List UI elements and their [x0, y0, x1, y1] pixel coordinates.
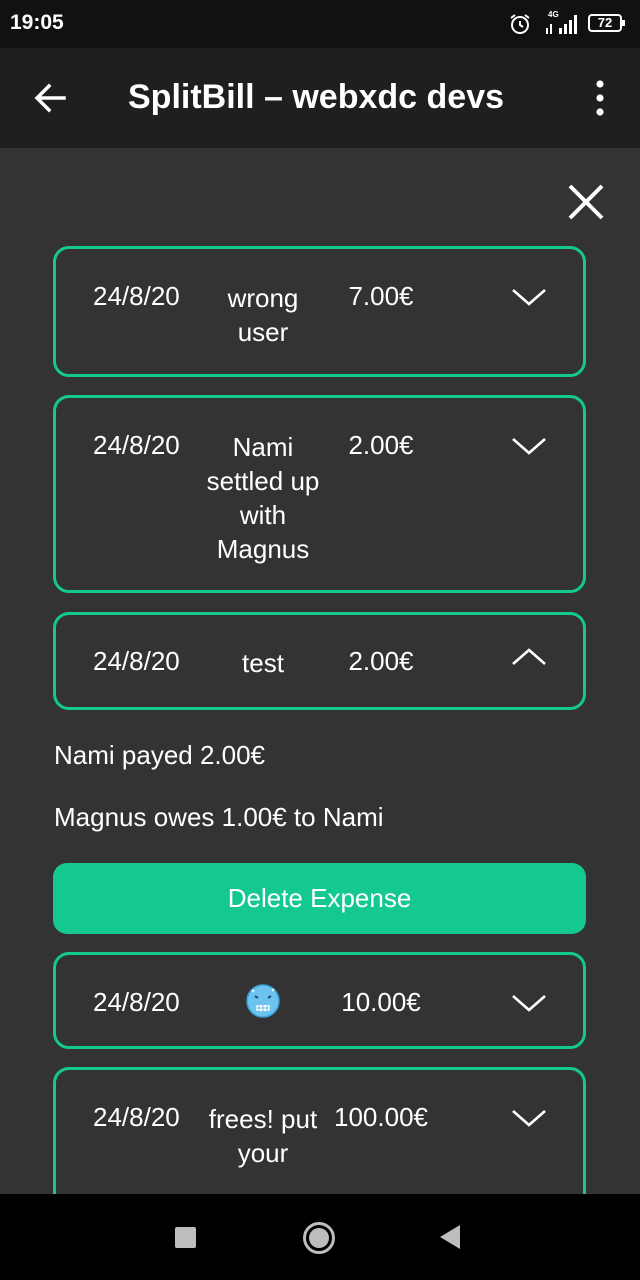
expense-card-expanded[interactable]: 24/8/20 test 2.00€ — [53, 612, 586, 710]
chevron-down-icon[interactable] — [511, 993, 547, 1013]
delete-expense-button[interactable]: Delete Expense — [53, 863, 586, 934]
status-bar: 19:05 4G 72 — [0, 0, 640, 48]
nav-recents-icon[interactable] — [175, 1227, 196, 1248]
chevron-down-icon[interactable] — [511, 1108, 547, 1128]
expense-list-view: 24/8/20 wrong user 7.00€ 24/8/20 Nami se… — [0, 148, 640, 1194]
battery-icon: 72 — [588, 14, 625, 32]
status-time: 19:05 — [10, 11, 64, 34]
signal-icon: 4G — [543, 10, 581, 36]
cold-face-emoji — [246, 984, 280, 1018]
expense-amount: 100.00€ — [334, 1102, 428, 1132]
back-arrow-icon[interactable] — [30, 78, 70, 118]
expense-date: 24/8/20 — [93, 281, 180, 311]
app-title: SplitBill – webxdc devs — [128, 78, 505, 116]
expense-date: 24/8/20 — [93, 430, 180, 460]
close-icon[interactable] — [566, 182, 606, 222]
chevron-down-icon[interactable] — [511, 287, 547, 307]
chevron-down-icon[interactable] — [511, 436, 547, 456]
expense-description: test — [242, 648, 284, 678]
payer-detail: Nami payed 2.00€ — [54, 740, 266, 770]
expense-card[interactable]: 24/8/20 10.00€ — [53, 952, 586, 1049]
expense-amount: 2.00€ — [348, 430, 414, 460]
alarm-icon — [510, 14, 530, 34]
system-nav-bar — [0, 1194, 640, 1280]
expense-date: 24/8/20 — [93, 1102, 180, 1132]
expense-description: wrong user — [227, 283, 299, 347]
expense-description: frees! put your — [208, 1104, 318, 1168]
expense-card[interactable]: 24/8/20 wrong user 7.00€ — [53, 246, 586, 377]
nav-home-icon[interactable] — [302, 1221, 336, 1255]
debt-detail: Magnus owes 1.00€ to Nami — [54, 802, 384, 832]
expense-description: Nami settled up with Magnus — [206, 432, 320, 564]
expense-date: 24/8/20 — [93, 646, 180, 676]
expense-date: 24/8/20 — [93, 987, 180, 1017]
expense-card[interactable]: 24/8/20 frees! put your 100.00€ — [53, 1067, 586, 1194]
expense-amount: 2.00€ — [348, 646, 414, 676]
expense-amount: 10.00€ — [341, 987, 421, 1017]
expense-amount: 7.00€ — [348, 281, 414, 311]
chevron-up-icon[interactable] — [511, 647, 547, 667]
app-bar: SplitBill – webxdc devs — [0, 48, 640, 148]
expense-card[interactable]: 24/8/20 Nami settled up with Magnus 2.00… — [53, 395, 586, 593]
nav-back-icon[interactable] — [438, 1224, 462, 1250]
more-vert-icon[interactable] — [588, 76, 612, 120]
